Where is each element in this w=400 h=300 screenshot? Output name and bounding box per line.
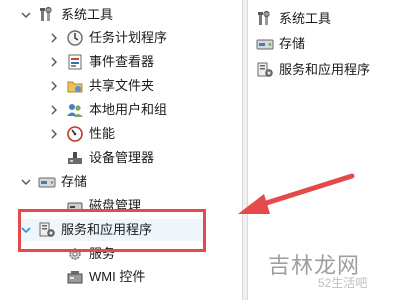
chevron-right-icon[interactable] xyxy=(48,80,60,92)
tree-node-label: 存储 xyxy=(61,174,88,189)
chevron-right-icon[interactable] xyxy=(48,128,60,140)
watermark-subtext: 52生活吧 xyxy=(318,276,368,290)
chevron-right-icon[interactable] xyxy=(48,56,60,68)
tree-node-label: 任务计划程序 xyxy=(89,30,168,45)
storage-icon xyxy=(38,173,56,191)
wmi-control-icon xyxy=(66,268,84,286)
tree-node-label: 服务和应用程序 xyxy=(61,222,153,237)
chevron-down-icon[interactable] xyxy=(20,176,32,188)
chevron-down-icon[interactable] xyxy=(20,9,32,21)
tree-node-label: 磁盘管理 xyxy=(89,198,142,213)
task-scheduler-icon xyxy=(66,29,84,47)
tree-node-label: 设备管理器 xyxy=(89,150,155,165)
tree-node-device-manager[interactable]: 设备管理器 xyxy=(66,147,154,169)
tree-node-task-scheduler[interactable]: 任务计划程序 xyxy=(48,27,167,49)
tree-node-disk-management[interactable]: 磁盘管理 xyxy=(66,195,141,217)
tree-node-label: 性能 xyxy=(89,126,116,141)
chevron-right-icon[interactable] xyxy=(48,32,60,44)
chevron-down-icon[interactable] xyxy=(20,224,32,236)
device-manager-icon xyxy=(66,149,84,167)
tree-node-label: 系统工具 xyxy=(61,7,114,22)
performance-icon xyxy=(66,125,84,143)
local-users-icon xyxy=(66,101,84,119)
tree-node-local-users[interactable]: 本地用户和组 xyxy=(48,99,167,121)
tools-icon xyxy=(38,6,56,24)
list-item-label: 服务和应用程序 xyxy=(279,62,371,77)
tree-node-label: 事件查看器 xyxy=(89,54,155,69)
tree-node-label: 共享文件夹 xyxy=(89,78,155,93)
storage-icon xyxy=(256,35,274,53)
tree-node-performance[interactable]: 性能 xyxy=(48,123,115,145)
list-item-services-apps[interactable]: 服务和应用程序 xyxy=(256,59,370,81)
tree-node-system-tools[interactable]: 系统工具 xyxy=(20,4,113,26)
console-tree: 系统工具 任务计划程序 事件查看器 共享文件夹 本地用户和组 性能 设备管理器 … xyxy=(0,0,242,300)
list-item-label: 存储 xyxy=(279,36,306,51)
list-item-storage[interactable]: 存储 xyxy=(256,33,305,55)
tree-node-shared-folders[interactable]: 共享文件夹 xyxy=(48,75,154,97)
tree-node-services[interactable]: 服务 xyxy=(66,243,115,265)
services-apps-icon xyxy=(38,221,56,239)
tree-node-label: 服务 xyxy=(89,246,116,261)
tree-node-services-apps[interactable]: 服务和应用程序 xyxy=(20,219,204,241)
tree-node-wmi-control[interactable]: WMI 控件 xyxy=(66,266,145,288)
chevron-right-icon[interactable] xyxy=(48,104,60,116)
list-item-label: 系统工具 xyxy=(279,11,332,26)
tree-node-label: 本地用户和组 xyxy=(89,102,168,117)
services-apps-icon xyxy=(256,61,274,79)
event-viewer-icon xyxy=(66,53,84,71)
tools-icon xyxy=(256,10,274,28)
tree-node-label: WMI 控件 xyxy=(89,269,146,284)
services-gear-icon xyxy=(66,245,84,263)
tree-node-event-viewer[interactable]: 事件查看器 xyxy=(48,51,154,73)
tree-node-storage[interactable]: 存储 xyxy=(20,171,87,193)
list-item-system-tools[interactable]: 系统工具 xyxy=(256,8,331,30)
disk-management-icon xyxy=(66,197,84,215)
shared-folders-icon xyxy=(66,77,84,95)
